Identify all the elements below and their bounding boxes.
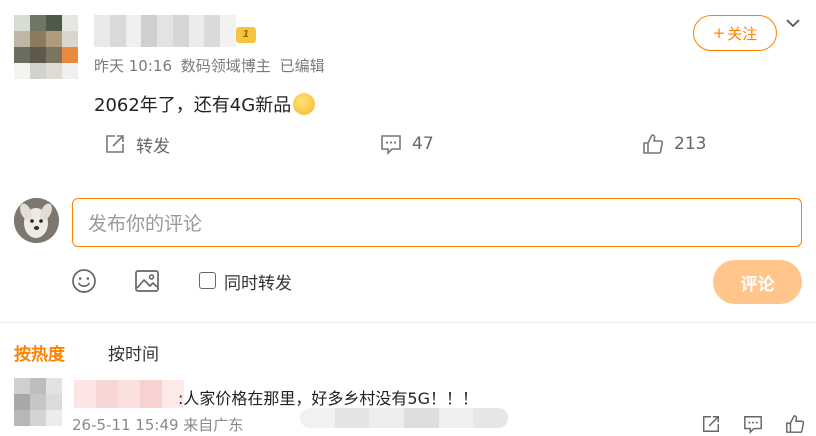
thinking-face-emoji-icon [293,93,316,115]
post-content: 2062年了，还有4G新品 [94,91,316,117]
post-text: 2062年了，还有4G新品 [94,95,292,116]
comment-action[interactable]: 47 [380,132,434,156]
author-name[interactable] [94,15,237,47]
comment-text: :人家价格在那里，好多乡村没有5G！！！ [178,389,478,408]
commenter-avatar[interactable] [14,378,62,426]
post-source: 数码领域博主 [180,57,271,75]
comment-reply-preview[interactable] [300,408,508,428]
commenter-name[interactable] [74,380,184,408]
emoji-icon[interactable] [71,268,97,294]
like-count: 213 [674,134,707,154]
submit-comment-button[interactable]: 评论 [713,260,802,304]
comment-like-icon[interactable] [785,414,805,434]
comment-icon [381,135,401,155]
current-user-avatar[interactable] [14,198,59,243]
post-time[interactable]: 昨天 10:16 [94,57,172,75]
repost-checkbox-label[interactable]: 同时转发 [224,269,292,294]
comment-reply-icon[interactable] [743,414,763,434]
repost-checkbox[interactable] [199,272,216,289]
repost-action[interactable]: 转发 [104,132,170,157]
divider [0,322,816,323]
follow-button[interactable]: + 关注 [693,15,777,51]
repost-label: 转发 [136,136,170,157]
comment-share-icon[interactable] [701,414,721,434]
comment-input[interactable]: 发布你的评论 [72,198,802,247]
tab-sort-by-hot[interactable]: 按热度 [14,340,65,365]
post-meta: 昨天 10:16 数码领域博主 已编辑 [94,55,329,76]
edited-label[interactable]: 已编辑 [280,57,325,75]
tab-sort-by-time[interactable]: 按时间 [108,340,159,365]
image-icon[interactable] [134,268,160,294]
user-level-badge: 1 [236,27,256,43]
dog-avatar-image [14,198,59,243]
plus-icon: + [712,24,726,42]
author-avatar[interactable] [14,15,78,79]
comment-placeholder: 发布你的评论 [88,213,203,235]
comment-meta: 26-5-11 15:49 来自广东 [72,416,244,434]
comment-count: 47 [412,134,434,154]
thumbs-up-icon [643,134,664,154]
chevron-down-icon[interactable] [784,14,802,32]
follow-label: 关注 [727,24,758,43]
like-action[interactable]: 213 [642,132,706,156]
share-icon [106,135,124,153]
